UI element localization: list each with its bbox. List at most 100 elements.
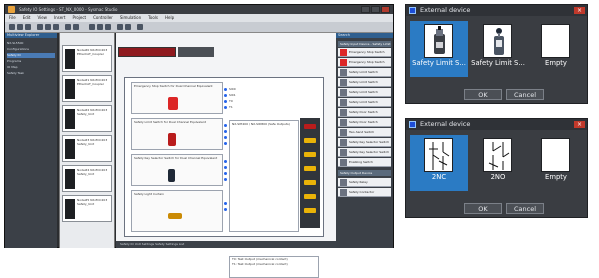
tree-item-programs[interactable]: Programs <box>7 59 55 64</box>
zoom-icon[interactable] <box>137 24 143 30</box>
toolbox-item[interactable]: Safety Limit Switch <box>338 68 391 77</box>
toolbox-item-label: Emergency Stop Switch <box>349 60 385 64</box>
pin-label[interactable]: SI00 <box>224 87 236 91</box>
unit-card[interactable]: Node#0 NX-ECC203 EtherCAT_Coupler <box>62 45 112 72</box>
menu-insert[interactable]: Insert <box>54 14 65 22</box>
menu-help[interactable]: Help <box>165 14 174 22</box>
pin-label[interactable]: T1 <box>224 105 233 109</box>
pin-label[interactable]: T0 <box>224 99 233 103</box>
open-icon[interactable] <box>17 24 23 30</box>
toolbox-section-header: Safety Output Device <box>338 170 391 176</box>
toolbox-item[interactable]: Enabling Switch <box>338 158 391 167</box>
device-option-2nc[interactable]: 2NC <box>410 135 468 191</box>
safety-io-editor: Emergency Stop Switch for Dual Channel E… <box>116 33 336 278</box>
tree-item-safety-task[interactable]: Safety Task <box>7 71 55 76</box>
new-icon[interactable] <box>9 24 15 30</box>
tree-item-io-map[interactable]: IO Map <box>7 65 55 70</box>
unit-card[interactable]: Node#5 NX-ECC203 Safety_Unit <box>62 195 112 222</box>
menu-file[interactable]: File <box>9 14 16 22</box>
option-label: Empty <box>545 59 567 67</box>
device-option-empty[interactable]: Empty <box>527 135 585 191</box>
toolbox-item[interactable]: Emergency Stop Switch <box>338 48 391 57</box>
window-title: Safety IO Settings - ST_NX_0000 - Sysmac… <box>19 7 118 12</box>
pin-label[interactable]: SI01 <box>224 93 236 97</box>
key-selector-icon <box>168 169 175 182</box>
menu-tools[interactable]: Tools <box>148 14 158 22</box>
toolbox-item[interactable]: Safety Limit Switch <box>338 78 391 87</box>
offline-icon[interactable] <box>105 24 111 30</box>
copy-icon[interactable] <box>45 24 51 30</box>
paste-icon[interactable] <box>53 24 59 30</box>
toolbox-item-label: Safety Key Selector Switch <box>349 150 390 154</box>
toolbox-item[interactable]: Safety Limit Switch <box>338 98 391 107</box>
cut-icon[interactable] <box>37 24 43 30</box>
transfer-icon[interactable] <box>117 24 123 30</box>
device-thumbnail-icon <box>340 99 347 106</box>
unit-card[interactable]: Node#3 NX-ECC203 Safety_Unit <box>62 135 112 162</box>
unit-card[interactable]: Node#4 NX-ECC203 Safety_Unit <box>62 165 112 192</box>
tree-item-safety-io[interactable]: Safety IO <box>7 53 55 58</box>
menu-edit[interactable]: Edit <box>23 14 31 22</box>
device-option-2no[interactable]: 2NO <box>469 135 527 191</box>
unit-label: Node#4 NX-ECC203 Safety_Unit <box>77 168 108 176</box>
device-block-emergency-stop[interactable]: Emergency Stop Switch for Dual Channel E… <box>131 82 236 114</box>
ok-button[interactable]: OK <box>464 89 502 100</box>
unit-card[interactable]: Node#1 NX-ECC203 EtherCAT_Coupler <box>62 75 112 102</box>
toolbox-item[interactable]: Safety Key Selector Switch <box>338 148 391 157</box>
device-option-safety-limit-switch[interactable]: Safety Limit S... <box>410 21 468 77</box>
option-label: Safety Limit S... <box>471 59 525 67</box>
tree-item-configurations[interactable]: Configurations <box>7 47 55 52</box>
menu-simulation[interactable]: Simulation <box>120 14 141 22</box>
close-icon[interactable]: × <box>574 7 585 14</box>
unit-label: Node#0 NX-ECC203 EtherCAT_Coupler <box>77 48 108 56</box>
safety-limit-switch-icon <box>168 133 176 146</box>
output-indicator <box>304 180 316 185</box>
online-icon[interactable] <box>97 24 103 30</box>
editor-tabs[interactable]: Safety IO Unit Settings Safety Settings … <box>116 241 336 248</box>
toolbox-item[interactable]: Safety Key Selector Switch <box>338 138 391 147</box>
device-thumbnail-icon <box>340 109 347 116</box>
menu-controller[interactable]: Controller <box>93 14 113 22</box>
simulate-icon[interactable] <box>125 24 131 30</box>
device-block-key-selector[interactable]: Safety Key Selector Switch for Dual Chan… <box>131 154 236 186</box>
cancel-button[interactable]: Cancel <box>506 89 544 100</box>
maximize-button[interactable] <box>371 6 380 13</box>
toolbox-item[interactable]: Safety Door Switch <box>338 108 391 117</box>
option-label: Empty <box>545 173 567 181</box>
device-thumbnail-icon <box>340 189 347 196</box>
device-block-safety-limit-switch[interactable]: Safety Limit Switch for Dual Channel Equ… <box>131 118 236 150</box>
device-option-safety-limit-switch-roller[interactable]: Safety Limit S... <box>469 21 527 77</box>
device-option-empty[interactable]: Empty <box>527 21 585 77</box>
option-image <box>483 24 512 58</box>
output-indicator <box>304 194 316 199</box>
redo-icon[interactable] <box>73 24 79 30</box>
undo-icon[interactable] <box>65 24 71 30</box>
close-icon[interactable]: × <box>574 121 585 128</box>
toolbox-search[interactable]: Search <box>336 33 393 38</box>
toolbox-item[interactable]: Safety Door Switch <box>338 118 391 127</box>
device-thumbnail-icon <box>340 69 347 76</box>
toolbox-item[interactable]: Two-hand Switch <box>338 128 391 137</box>
menu-project[interactable]: Project <box>72 14 86 22</box>
external-device-dialog-2: External device × 2NC 2NO Empty OK Cance… <box>405 118 588 218</box>
build-icon[interactable] <box>89 24 95 30</box>
safety-limit-switch-roller-icon <box>494 28 504 55</box>
toolbox-item[interactable]: Emergency Stop Switch <box>338 58 391 67</box>
cancel-button[interactable]: Cancel <box>506 203 544 214</box>
menu-bar: File Edit View Insert Project Controller… <box>5 14 393 22</box>
window-titlebar: Safety IO Settings - ST_NX_0000 - Sysmac… <box>5 5 393 14</box>
toolbox-item[interactable]: Safety Relay <box>338 178 391 187</box>
device-block-light-curtain[interactable]: Safety Light Curtain SI06 SI07 <box>131 190 236 232</box>
ok-button[interactable]: OK <box>464 203 502 214</box>
minimize-button[interactable] <box>361 6 370 13</box>
toolbox-item[interactable]: Safety Limit Switch <box>338 88 391 97</box>
menu-view[interactable]: View <box>37 14 47 22</box>
output-indicator <box>304 208 316 213</box>
tree-item-controller[interactable]: NX-SL5500 <box>7 41 55 46</box>
close-button[interactable] <box>381 6 390 13</box>
unit-card[interactable]: Node#2 NX-ECC203 Safety_Unit <box>62 105 112 132</box>
toolbox-item[interactable]: Safety Contactor <box>338 188 391 197</box>
save-icon[interactable] <box>25 24 31 30</box>
empty-icon <box>541 24 570 58</box>
legend-line: T1: Test Output (mechanical contact) <box>232 262 288 266</box>
